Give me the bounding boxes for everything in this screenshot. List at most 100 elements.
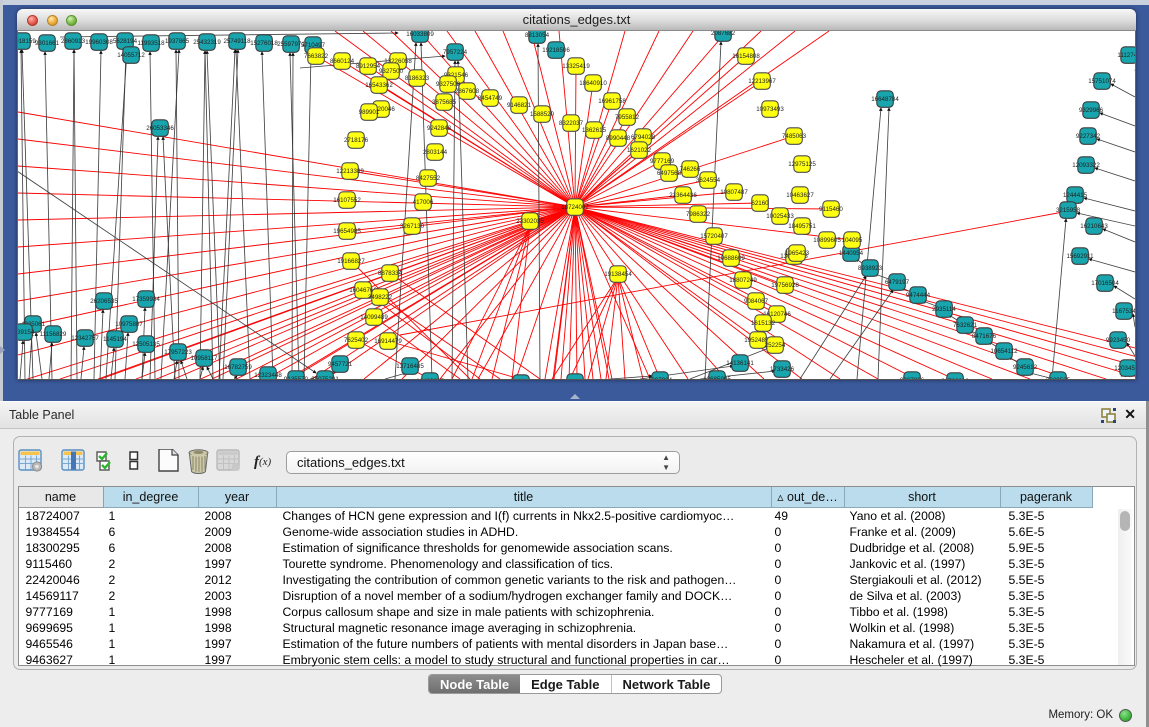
svg-text:10973493: 10973493: [756, 106, 784, 113]
svg-text:13423667: 13423667: [416, 378, 444, 379]
svg-text:19654985: 19654985: [333, 228, 361, 235]
svg-text:18495751: 18495751: [788, 223, 816, 230]
svg-text:9327500: 9327500: [379, 68, 404, 75]
svg-text:12342757: 12342757: [71, 335, 99, 342]
svg-text:417006: 417006: [413, 199, 434, 206]
svg-text:16033809: 16033809: [406, 31, 434, 38]
svg-text:9245612: 9245612: [1013, 364, 1038, 371]
svg-text:6479197: 6479197: [885, 279, 910, 286]
svg-text:1615132: 1615132: [751, 320, 776, 327]
svg-text:21760313: 21760313: [941, 378, 969, 379]
svg-text:17016504: 17016504: [1091, 280, 1119, 287]
svg-text:14136141: 14136141: [726, 360, 754, 367]
svg-text:2718176: 2718176: [344, 137, 369, 144]
svg-text:10899605: 10899605: [813, 237, 841, 244]
svg-text:18640910: 18640910: [579, 80, 607, 87]
svg-text:14099489: 14099489: [360, 314, 388, 321]
svg-text:19138454: 19138454: [604, 271, 632, 278]
svg-text:9146821: 9146821: [507, 102, 532, 109]
svg-text:26206535: 26206535: [90, 298, 118, 305]
svg-text:1937865: 1937865: [165, 38, 190, 45]
svg-text:15692911: 15692911: [1066, 253, 1094, 260]
svg-text:12034554: 12034554: [1114, 365, 1135, 372]
svg-text:19756928: 19756928: [771, 282, 799, 289]
svg-text:8660124: 8660124: [330, 58, 355, 65]
svg-text:13325419: 13325419: [562, 63, 590, 70]
svg-text:26053346: 26053346: [146, 125, 174, 132]
svg-text:1733426: 1733426: [770, 366, 795, 373]
svg-text:2803144: 2803144: [423, 149, 448, 156]
svg-text:18724007: 18724007: [561, 204, 589, 211]
svg-text:16961758: 16961758: [598, 98, 626, 105]
svg-text:10958117: 10958117: [190, 355, 218, 362]
svg-text:989901: 989901: [359, 109, 380, 116]
svg-text:3215958: 3215958: [1056, 207, 1081, 214]
svg-text:10025433: 10025433: [766, 213, 794, 220]
svg-text:8322037: 8322037: [559, 120, 584, 127]
svg-text:9777169: 9777169: [650, 158, 675, 165]
svg-text:8454749: 8454749: [478, 95, 503, 102]
svg-text:8990448: 8990448: [606, 135, 631, 142]
svg-text:9227342: 9227342: [1076, 133, 1101, 140]
svg-text:9242848: 9242848: [427, 125, 452, 132]
svg-text:16543362: 16543362: [365, 82, 393, 89]
svg-text:6497568: 6497568: [657, 170, 682, 177]
svg-text:16018159: 16018159: [18, 38, 36, 45]
svg-text:62160: 62160: [751, 200, 769, 207]
svg-text:10463627: 10463627: [786, 192, 814, 199]
svg-text:15751074: 15751074: [1088, 78, 1116, 85]
svg-text:21364436: 21364436: [669, 192, 697, 199]
svg-text:16154808: 16154808: [732, 53, 760, 60]
svg-text:9457721: 9457721: [328, 361, 353, 368]
svg-text:9329966: 9329966: [1079, 107, 1104, 114]
svg-text:11993518: 11993518: [137, 40, 165, 47]
svg-text:2935114: 2935114: [932, 306, 956, 313]
svg-text:10688609: 10688609: [717, 255, 745, 262]
svg-text:9327508: 9327508: [436, 81, 461, 88]
svg-text:15720407: 15720407: [700, 233, 728, 240]
svg-text:17359934: 17359934: [132, 296, 160, 303]
svg-text:19218506: 19218506: [542, 47, 570, 54]
svg-text:7663822: 7663822: [304, 53, 329, 60]
svg-text:16914479: 16914479: [374, 338, 402, 345]
svg-text:1112744: 1112744: [1117, 52, 1135, 59]
svg-text:9474444: 9474444: [906, 292, 931, 299]
svg-text:25749118: 25749118: [223, 38, 251, 45]
svg-text:12093322: 12093322: [1072, 162, 1100, 169]
svg-text:16210643: 16210643: [1080, 223, 1108, 230]
svg-text:9301661: 9301661: [35, 40, 60, 47]
svg-text:7955812: 7955812: [615, 114, 640, 121]
svg-text:9907866: 9907866: [900, 377, 925, 379]
svg-text:3498222: 3498222: [368, 294, 393, 301]
svg-text:7632621: 7632621: [953, 322, 978, 329]
svg-text:2860913: 2860913: [61, 38, 86, 45]
svg-text:23302035: 23302035: [516, 218, 544, 225]
svg-text:2867608: 2867608: [455, 88, 480, 95]
svg-text:2087682: 2087682: [711, 31, 736, 37]
svg-text:3239565: 3239565: [1046, 377, 1071, 379]
svg-text:3267130: 3267130: [400, 223, 425, 230]
svg-text:8912954: 8912954: [356, 63, 381, 70]
svg-text:16107552: 16107552: [333, 197, 361, 204]
svg-text:746266: 746266: [680, 166, 701, 173]
svg-text:16648784: 16648784: [871, 96, 899, 103]
svg-text:4307924: 4307924: [648, 377, 673, 379]
svg-text:1965423: 1965423: [785, 250, 810, 257]
svg-text:12505135: 12505135: [132, 341, 160, 348]
svg-text:13716485: 13716485: [396, 363, 424, 370]
svg-text:17957223: 17957223: [164, 349, 192, 356]
svg-text:12213967: 12213967: [748, 78, 776, 85]
svg-text:7625402: 7625402: [344, 337, 369, 344]
svg-text:104095: 104095: [842, 237, 863, 244]
svg-text:11156829: 11156829: [40, 331, 67, 338]
svg-text:8938923: 8938923: [858, 265, 883, 272]
svg-text:10807487: 10807487: [720, 189, 748, 196]
svg-text:15276018: 15276018: [250, 40, 278, 47]
svg-text:8427552: 8427552: [416, 175, 441, 182]
svg-text:5628194: 5628194: [113, 38, 138, 45]
svg-text:6794028: 6794028: [631, 134, 656, 141]
svg-text:7986322: 7986322: [686, 211, 711, 218]
svg-text:1440954: 1440954: [839, 250, 864, 257]
svg-text:1588520: 1588520: [530, 111, 555, 118]
svg-text:8471676: 8471676: [972, 333, 997, 340]
